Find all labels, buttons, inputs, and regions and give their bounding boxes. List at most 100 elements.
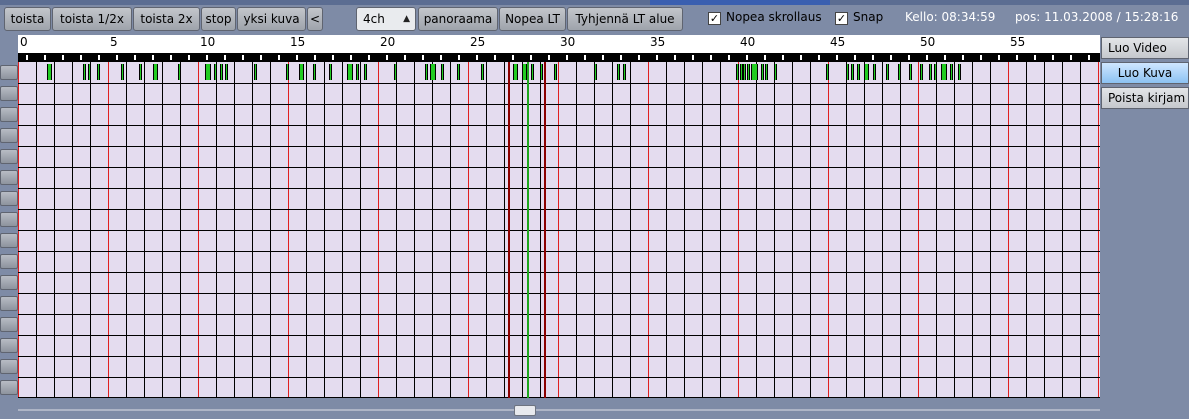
row-select-button[interactable] xyxy=(0,128,18,143)
timeline-cursor[interactable] xyxy=(527,62,530,398)
stop-button[interactable]: stop xyxy=(201,7,236,31)
timeline-grid[interactable] xyxy=(18,62,1100,398)
recording-event[interactable] xyxy=(750,64,758,80)
recording-event[interactable] xyxy=(617,64,621,80)
delete-bookmark-button[interactable]: Poista kirjam xyxy=(1101,87,1189,109)
recording-event[interactable] xyxy=(531,64,534,80)
horizontal-scrollbar[interactable] xyxy=(18,405,1100,416)
recording-event[interactable] xyxy=(347,64,353,80)
row-line xyxy=(18,230,1100,231)
recording-event[interactable] xyxy=(856,64,860,80)
recording-event[interactable] xyxy=(898,64,902,80)
snap-checkbox[interactable]: ✓ xyxy=(835,12,848,25)
ruler-minor-mark xyxy=(854,55,856,60)
previous-button[interactable]: < xyxy=(307,7,323,31)
recording-event[interactable] xyxy=(329,64,333,80)
recording-event[interactable] xyxy=(424,64,428,80)
recording-event[interactable] xyxy=(928,64,932,80)
row-select-button[interactable] xyxy=(0,191,18,206)
fast-scroll-checkbox[interactable]: ✓ xyxy=(708,12,721,25)
recording-event[interactable] xyxy=(919,64,923,80)
ruler-minor-mark xyxy=(1052,55,1054,60)
create-image-button[interactable]: Luo Kuva xyxy=(1101,62,1189,84)
recording-event[interactable] xyxy=(394,64,398,80)
recording-event[interactable] xyxy=(873,64,876,80)
row-select-button[interactable] xyxy=(0,380,18,395)
recording-event[interactable] xyxy=(97,64,101,80)
recording-event[interactable] xyxy=(82,64,86,80)
recording-event[interactable] xyxy=(286,64,290,80)
recording-event[interactable] xyxy=(120,64,124,80)
ruler-minor-mark xyxy=(998,55,1000,60)
recording-event[interactable] xyxy=(622,64,626,80)
recording-event[interactable] xyxy=(761,64,765,80)
recording-event[interactable] xyxy=(736,64,740,80)
recording-event[interactable] xyxy=(747,64,750,80)
timeline-cursor[interactable] xyxy=(543,62,546,398)
recording-event[interactable] xyxy=(950,64,954,80)
row-select-button[interactable] xyxy=(0,359,18,374)
row-select-button[interactable] xyxy=(0,149,18,164)
recording-event[interactable] xyxy=(178,64,182,80)
single-frame-button[interactable]: yksi kuva xyxy=(237,7,306,31)
recording-event[interactable] xyxy=(480,64,484,80)
play-button[interactable]: toista xyxy=(4,7,51,31)
recording-event[interactable] xyxy=(356,64,360,80)
recording-event[interactable] xyxy=(253,64,257,80)
recording-event[interactable] xyxy=(313,64,317,80)
recording-event[interactable] xyxy=(441,64,444,80)
recording-event[interactable] xyxy=(774,64,777,80)
recording-event[interactable] xyxy=(214,64,218,80)
recording-event[interactable] xyxy=(205,64,211,80)
recording-event[interactable] xyxy=(826,64,830,80)
channel-select[interactable]: 4ch ▲ xyxy=(356,7,416,31)
row-line xyxy=(18,209,1100,210)
recording-event[interactable] xyxy=(885,64,889,80)
recording-event[interactable] xyxy=(909,64,912,80)
play-half-speed-button[interactable]: toista 1/2x xyxy=(52,7,132,31)
recording-event[interactable] xyxy=(513,64,519,80)
recording-event[interactable] xyxy=(743,64,747,80)
fast-lt-button[interactable]: Nopea LT xyxy=(499,7,566,31)
recording-event[interactable] xyxy=(225,64,228,80)
recording-event[interactable] xyxy=(941,64,947,80)
row-select-button[interactable] xyxy=(0,275,18,290)
recording-event[interactable] xyxy=(554,64,558,80)
recording-event[interactable] xyxy=(594,64,597,80)
recording-event[interactable] xyxy=(540,64,543,80)
recording-event[interactable] xyxy=(851,64,855,80)
row-select-button[interactable] xyxy=(0,296,18,311)
recording-event[interactable] xyxy=(457,64,461,80)
play-double-speed-button[interactable]: toista 2x xyxy=(133,7,200,31)
row-select-button[interactable] xyxy=(0,212,18,227)
row-select-button[interactable] xyxy=(0,338,18,353)
recording-event[interactable] xyxy=(864,64,870,80)
recording-event[interactable] xyxy=(846,64,849,80)
row-select-button[interactable] xyxy=(0,86,18,101)
recording-event[interactable] xyxy=(219,64,223,80)
recording-event[interactable] xyxy=(430,64,436,80)
recording-event[interactable] xyxy=(765,64,768,80)
row-select-button[interactable] xyxy=(0,65,18,80)
recording-event[interactable] xyxy=(298,64,305,80)
recording-event[interactable] xyxy=(934,64,938,80)
recording-event[interactable] xyxy=(138,64,142,80)
clear-lt-area-button[interactable]: Tyhjennä LT alue xyxy=(567,7,683,31)
row-select-button[interactable] xyxy=(0,170,18,185)
recording-event[interactable] xyxy=(739,64,743,80)
recording-event[interactable] xyxy=(88,64,92,80)
time-ruler[interactable]: 0 5 10 15 20 25 30 35 40 45 50 55 xyxy=(18,35,1100,62)
panorama-button[interactable]: panoraama xyxy=(418,7,498,31)
scrollbar-thumb[interactable] xyxy=(514,405,536,416)
row-select-button[interactable] xyxy=(0,254,18,269)
create-video-button[interactable]: Luo Video xyxy=(1101,37,1189,59)
recording-event[interactable] xyxy=(363,64,367,80)
timeline-cursor[interactable] xyxy=(507,62,510,398)
row-select-button[interactable] xyxy=(0,107,18,122)
ruler-minor-mark xyxy=(782,55,784,60)
recording-event[interactable] xyxy=(153,64,159,80)
row-select-button[interactable] xyxy=(0,233,18,248)
recording-event[interactable] xyxy=(957,64,961,80)
recording-event[interactable] xyxy=(46,64,53,80)
row-select-button[interactable] xyxy=(0,317,18,332)
